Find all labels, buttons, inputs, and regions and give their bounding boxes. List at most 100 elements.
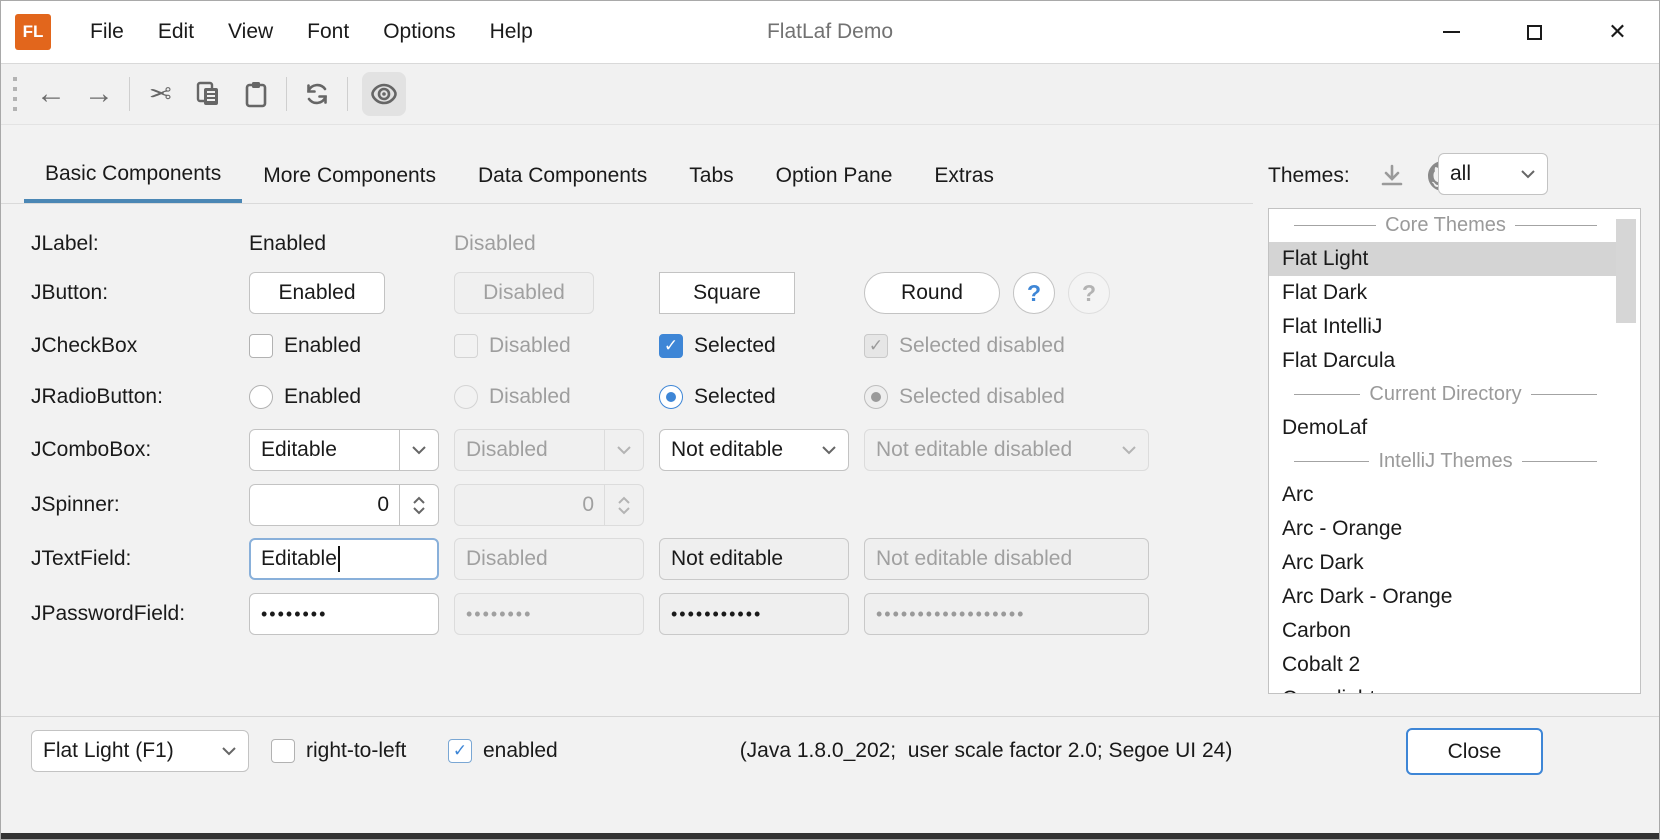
password-value[interactable]: •••••••• <box>261 604 327 625</box>
show-hover-effects-toggle[interactable] <box>362 72 406 116</box>
close-dialog-button[interactable]: Close <box>1406 728 1543 775</box>
jbutton-enabled[interactable]: Enabled <box>249 272 385 314</box>
enabled-checkbox[interactable]: ✓enabled <box>448 730 558 772</box>
jcheckbox-enabled[interactable]: Enabled <box>249 319 439 373</box>
menu-view[interactable]: View <box>211 1 290 63</box>
combo-value[interactable]: all <box>1439 162 1509 186</box>
themes-filter-combo[interactable]: all <box>1438 153 1548 195</box>
theme-item-arc-dark-orange[interactable]: Arc Dark - Orange <box>1269 580 1627 614</box>
themes-header: Themes: all <box>1268 149 1641 203</box>
jspinner-row-label: JSpinner: <box>31 478 241 532</box>
jbutton-row: JButton: Enabled Disabled Square Round ?… <box>31 266 1191 320</box>
chevron-down-icon[interactable] <box>810 430 848 470</box>
jcheckbox-row: JCheckBox Enabled Disabled ✓Selected ✓Se… <box>31 319 1191 373</box>
themes-label: Themes: <box>1268 164 1350 188</box>
basic-components-panel: JLabel: Enabled Disabled JButton: Enable… <box>31 203 1191 716</box>
jbutton-round[interactable]: Round <box>864 272 1000 314</box>
theme-separator: Current Directory <box>1269 378 1640 411</box>
spinner-arrows[interactable] <box>399 485 438 525</box>
menu-edit[interactable]: Edit <box>141 1 211 63</box>
paste-button[interactable] <box>232 72 280 116</box>
jpasswordfield-disabled: •••••••• <box>454 593 644 635</box>
combo-value[interactable]: Flat Light (F1) <box>32 739 210 763</box>
jcombobox-not-editable-disabled: Not editable disabled <box>864 429 1149 471</box>
toolbar-separator <box>347 77 348 111</box>
copy-button[interactable] <box>184 72 232 116</box>
chevron-down-icon[interactable] <box>412 507 426 515</box>
menu-help[interactable]: Help <box>473 1 550 63</box>
tab-data-components[interactable]: Data Components <box>457 149 668 203</box>
jbutton-row-label: JButton: <box>31 266 241 320</box>
combo-value[interactable]: Editable <box>250 438 399 462</box>
jradiobutton-selected[interactable]: Selected <box>659 370 849 424</box>
checkbox-checked-icon[interactable]: ✓ <box>448 739 472 763</box>
jcheckbox-row-label: JCheckBox <box>31 319 241 373</box>
back-button[interactable]: ← <box>27 72 75 116</box>
chevron-down-icon[interactable] <box>1509 154 1547 194</box>
right-to-left-checkbox[interactable]: right-to-left <box>271 730 406 772</box>
close-button[interactable]: ✕ <box>1576 1 1659 63</box>
forward-button[interactable]: → <box>75 72 123 116</box>
jcheckbox-disabled: Disabled <box>454 319 644 373</box>
tab-option-pane[interactable]: Option Pane <box>755 149 914 203</box>
tab-tabs[interactable]: Tabs <box>668 149 754 203</box>
jbutton-square[interactable]: Square <box>659 272 795 314</box>
checkbox-icon[interactable] <box>249 334 273 358</box>
jspinner-enabled[interactable]: 0 <box>249 484 439 526</box>
chevron-down-icon[interactable] <box>210 731 248 771</box>
jtextfield-row: JTextField: Editable Disabled Not editab… <box>31 532 1191 586</box>
theme-item-cyan-light[interactable]: Cyan light <box>1269 682 1627 694</box>
menu-file[interactable]: File <box>73 1 141 63</box>
theme-item-arc-orange[interactable]: Arc - Orange <box>1269 512 1627 546</box>
refresh-button[interactable] <box>293 72 341 116</box>
themes-list[interactable]: Core Themes Flat Light Flat Dark Flat In… <box>1268 208 1641 694</box>
theme-item-arc-dark[interactable]: Arc Dark <box>1269 546 1627 580</box>
jcheckbox-selected[interactable]: ✓Selected <box>659 319 849 373</box>
menu-options[interactable]: Options <box>366 1 472 63</box>
cut-button[interactable]: ✂ <box>136 72 184 116</box>
theme-item-demolaf[interactable]: DemoLaf <box>1269 411 1627 445</box>
checkbox-icon[interactable] <box>271 739 295 763</box>
maximize-button[interactable] <box>1493 1 1576 63</box>
jpasswordfield-editable[interactable]: •••••••• <box>249 593 439 635</box>
jradiobutton-enabled[interactable]: Enabled <box>249 370 439 424</box>
minimize-button[interactable] <box>1410 1 1493 63</box>
theme-item-flat-intellij[interactable]: Flat IntelliJ <box>1269 310 1627 344</box>
chevron-down-icon <box>617 507 631 515</box>
theme-item-flat-darcula[interactable]: Flat Darcula <box>1269 344 1627 378</box>
radio-selected-icon[interactable] <box>659 385 683 409</box>
tab-basic-components[interactable]: Basic Components <box>24 149 242 203</box>
menu-font[interactable]: Font <box>290 1 366 63</box>
textfield-value[interactable]: Editable <box>261 547 337 571</box>
theme-item-cobalt-2[interactable]: Cobalt 2 <box>1269 648 1627 682</box>
spinner-value[interactable]: 0 <box>250 493 399 517</box>
theme-item-flat-dark[interactable]: Flat Dark <box>1269 276 1627 310</box>
tab-extras[interactable]: Extras <box>913 149 1015 203</box>
toolbar-grip[interactable] <box>13 77 17 111</box>
jtextfield-not-editable[interactable]: Not editable <box>659 538 849 580</box>
theme-separator-label: Core Themes <box>1385 214 1506 237</box>
theme-item-arc[interactable]: Arc <box>1269 478 1627 512</box>
theme-item-flat-light[interactable]: Flat Light <box>1269 242 1627 276</box>
close-icon: ✕ <box>1608 21 1626 43</box>
themes-scrollbar-thumb[interactable] <box>1616 219 1636 323</box>
jpasswordfield-not-editable[interactable]: ••••••••••• <box>659 593 849 635</box>
tab-more-components[interactable]: More Components <box>242 149 457 203</box>
jspinner-row: JSpinner: 0 0 <box>31 478 1191 532</box>
tab-bar: Basic Components More Components Data Co… <box>24 149 1015 203</box>
chevron-down-icon[interactable] <box>399 430 438 470</box>
chevron-up-icon[interactable] <box>412 496 426 504</box>
jcombobox-not-editable[interactable]: Not editable <box>659 429 849 471</box>
jcombobox-editable[interactable]: Editable <box>249 429 439 471</box>
password-value: ••••••••••• <box>671 604 762 625</box>
textfield-value: Not editable disabled <box>876 547 1072 571</box>
jtextfield-editable[interactable]: Editable <box>249 538 439 580</box>
checkbox-checked-icon[interactable]: ✓ <box>659 334 683 358</box>
radio-icon[interactable] <box>249 385 273 409</box>
jbutton-help[interactable]: ? <box>1013 272 1055 314</box>
download-theme-button[interactable] <box>1378 162 1406 190</box>
combo-value[interactable]: Not editable <box>660 438 810 462</box>
laf-selector-combo[interactable]: Flat Light (F1) <box>31 730 249 772</box>
forward-arrow-icon: → <box>84 79 114 109</box>
theme-item-carbon[interactable]: Carbon <box>1269 614 1627 648</box>
